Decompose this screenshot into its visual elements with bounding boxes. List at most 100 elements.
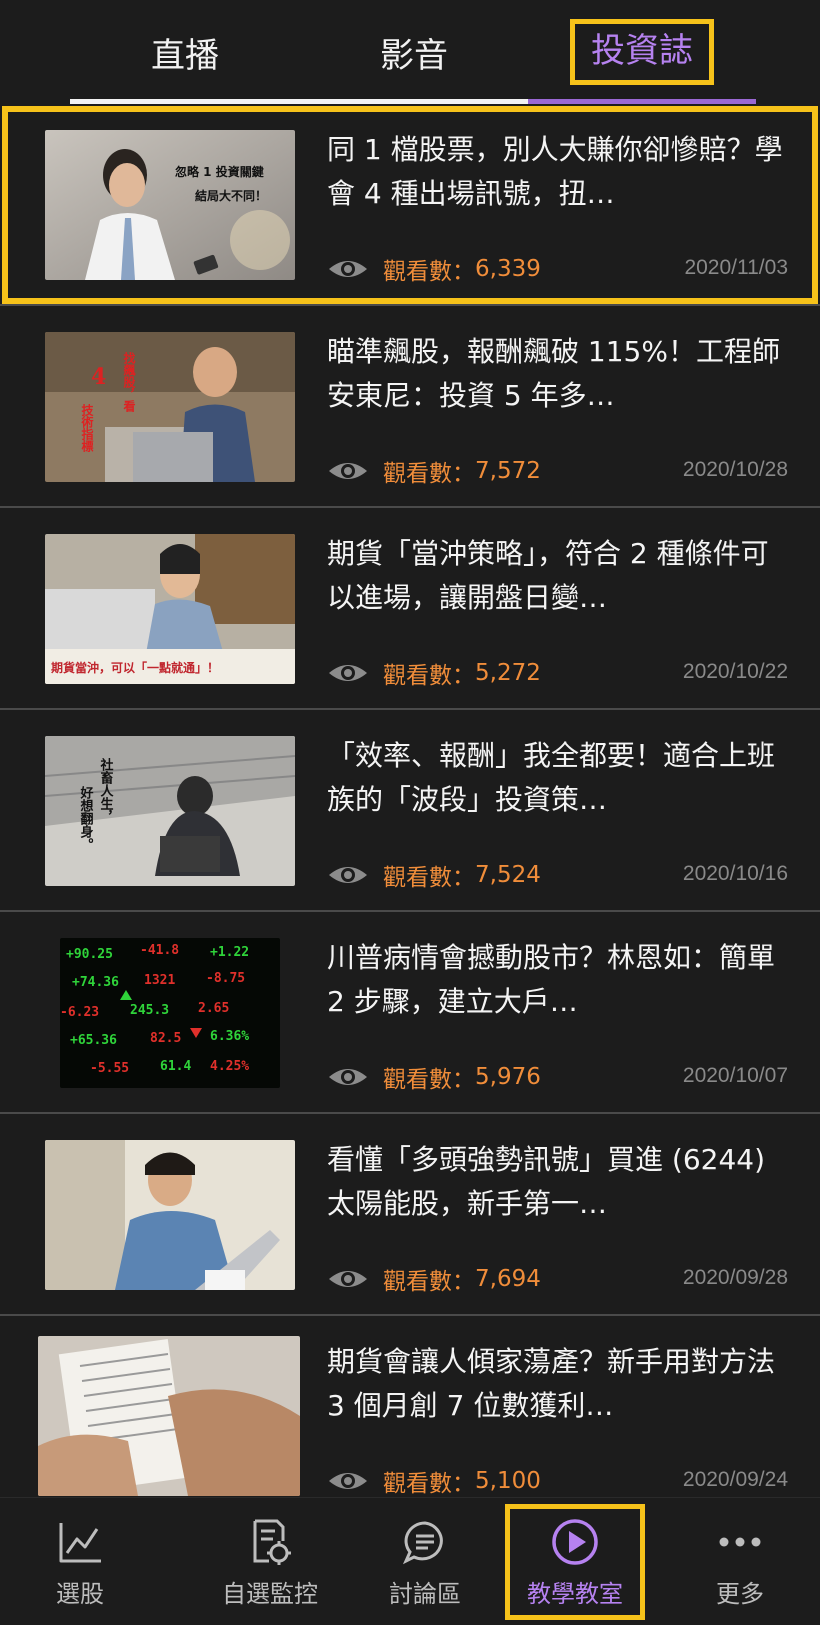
nav-watchlist-monitor[interactable]: 自選監控 — [180, 1498, 360, 1625]
chart-line-icon — [54, 1516, 106, 1568]
svg-text:1321: 1321 — [144, 973, 175, 988]
article-title: 期貨「當沖策略」，符合 2 種條件可以進場，讓開盤日變… — [327, 537, 769, 614]
eye-icon — [329, 261, 367, 277]
article-title: 看懂「多頭強勢訊號」買進 (6244) 太陽能股，新手第一… — [327, 1143, 766, 1220]
view-count: 觀看數： 6,339 — [327, 252, 541, 286]
thumb-caption: 4 — [91, 364, 106, 390]
views-label: 觀看數： — [383, 259, 475, 285]
article-item[interactable]: 看懂「多頭強勢訊號」買進 (6244) 太陽能股，新手第一… 觀看數： 7,694… — [0, 1114, 820, 1316]
svg-text:2.65: 2.65 — [198, 1001, 229, 1016]
thumb-caption: 好想翻身。 — [78, 785, 95, 851]
view-count: 觀看數： 7,694 — [327, 1262, 541, 1296]
article-item[interactable]: 期貨當沖，可以「一點就通」！ 期貨「當沖策略」，符合 2 種條件可以進場，讓開盤… — [0, 508, 820, 710]
thumb-caption: 找飆股，看 — [122, 351, 136, 413]
svg-text:61.4: 61.4 — [160, 1059, 191, 1074]
nav-label: 更多 — [716, 1579, 764, 1608]
article-date: 2020/09/24 — [682, 1468, 788, 1491]
svg-text:82.5: 82.5 — [150, 1031, 181, 1046]
bottom-navigation: 選股 自選監控 討論區 教學教室 更多 — [0, 1497, 820, 1625]
article-thumbnail: 社畜人生， 好想翻身。 — [45, 736, 295, 886]
view-count: 觀看數： 5,976 — [327, 1060, 541, 1094]
article-item[interactable]: 4 技術指標 找飆股，看 瞄準飆股，報酬飆破 115%！工程師安東尼：投資 5 … — [0, 306, 820, 508]
views-value: 7,572 — [475, 458, 541, 484]
article-title: 「效率、報酬」我全都要！適合上班族的「波段」投資策… — [327, 739, 776, 816]
article-date: 2020/10/16 — [682, 862, 788, 885]
chat-bubble-icon — [399, 1516, 451, 1568]
tab-video[interactable]: 影音 — [300, 0, 528, 104]
article-date: 2020/11/03 — [684, 256, 788, 279]
top-tab-bar: 直播 影音 投資誌 — [0, 0, 820, 104]
article-item[interactable]: 社畜人生， 好想翻身。 「效率、報酬」我全都要！適合上班族的「波段」投資策… 觀… — [0, 710, 820, 912]
eye-icon — [329, 463, 367, 479]
svg-text:+1.22: +1.22 — [210, 945, 249, 960]
svg-text:-6.23: -6.23 — [60, 1005, 99, 1020]
article-thumbnail — [45, 1140, 295, 1290]
views-label: 觀看數： — [383, 1269, 475, 1295]
document-search-icon — [244, 1516, 296, 1568]
nav-more[interactable]: 更多 — [680, 1498, 800, 1625]
eye-icon — [329, 665, 367, 681]
views-label: 觀看數： — [383, 1471, 475, 1497]
article-title: 期貨會讓人傾家蕩產？新手用對方法 3 個月創 7 位數獲利… — [327, 1345, 776, 1422]
article-title: 瞄準飆股，報酬飆破 115%！工程師安東尼：投資 5 年多… — [327, 335, 780, 412]
article-title: 同 1 檔股票，別人大賺你卻慘賠？學會 4 種出場訊號，扭… — [327, 133, 783, 210]
article-item[interactable]: 期貨會讓人傾家蕩產？新手用對方法 3 個月創 7 位數獲利… 觀看數： 5,100… — [0, 1316, 820, 1518]
article-item[interactable]: +90.25 -41.8 +1.22 +74.36 1321 -8.75 -6.23 24… — [0, 912, 820, 1114]
svg-text:6.36%: 6.36% — [210, 1029, 249, 1044]
view-count: 觀看數： 7,524 — [327, 858, 541, 892]
svg-text:+90.25: +90.25 — [66, 947, 113, 962]
article-item[interactable]: 忽略 1 投資關鍵 結局大不同！ 同 1 檔股票，別人大賺你卻慘賠？學會 4 種… — [0, 104, 820, 306]
eye-icon — [329, 1473, 367, 1489]
svg-text:245.3: 245.3 — [130, 1003, 169, 1018]
nav-label: 選股 — [56, 1579, 104, 1608]
nav-label: 教學教室 — [527, 1579, 623, 1608]
view-count: 觀看數： 7,572 — [327, 454, 541, 488]
article-thumbnail: 期貨當沖，可以「一點就通」！ — [45, 534, 295, 684]
svg-text:-41.8: -41.8 — [140, 943, 179, 958]
article-list: 忽略 1 投資關鍵 結局大不同！ 同 1 檔股票，別人大賺你卻慘賠？學會 4 種… — [0, 104, 820, 1518]
thumb-caption: 技術指標 — [80, 403, 94, 453]
article-date: 2020/10/28 — [682, 458, 788, 481]
article-thumbnail — [38, 1336, 300, 1496]
article-thumbnail: 忽略 1 投資關鍵 結局大不同！ — [45, 130, 295, 280]
views-value: 7,524 — [475, 862, 541, 888]
svg-text:-5.55: -5.55 — [90, 1061, 129, 1076]
eye-icon — [329, 867, 367, 883]
thumb-caption: 期貨當沖，可以「一點就通」！ — [51, 660, 219, 675]
nav-forum[interactable]: 討論區 — [355, 1498, 495, 1625]
nav-label: 討論區 — [389, 1579, 461, 1608]
tab-live[interactable]: 直播 — [70, 0, 300, 104]
views-label: 觀看數： — [383, 1067, 475, 1093]
eye-icon — [329, 1271, 367, 1287]
nav-label: 自選監控 — [222, 1579, 318, 1608]
tab-video-label: 影音 — [380, 35, 448, 76]
views-label: 觀看數： — [383, 461, 475, 487]
tab-live-label: 直播 — [151, 35, 219, 76]
views-value: 5,976 — [475, 1064, 541, 1090]
views-value: 6,339 — [475, 256, 541, 282]
views-value: 5,100 — [475, 1468, 541, 1494]
views-value: 5,272 — [475, 660, 541, 686]
thumb-caption: 結局大不同！ — [195, 188, 267, 203]
nav-stock-picker[interactable]: 選股 — [20, 1498, 140, 1625]
views-value: 7,694 — [475, 1266, 541, 1292]
svg-text:+74.36: +74.36 — [72, 975, 119, 990]
play-circle-icon — [549, 1516, 601, 1568]
view-count: 觀看數： 5,272 — [327, 656, 541, 690]
tab-investment-magazine[interactable]: 投資誌 — [528, 0, 756, 104]
more-dots-icon — [714, 1516, 766, 1568]
thumb-caption: 社畜人生， — [98, 757, 115, 823]
nav-education[interactable]: 教學教室 — [505, 1504, 645, 1620]
article-date: 2020/09/28 — [682, 1266, 788, 1289]
views-label: 觀看數： — [383, 865, 475, 891]
tab-investment-magazine-label: 投資誌 — [570, 19, 714, 85]
thumb-caption: 忽略 1 投資關鍵 — [175, 164, 264, 179]
article-thumbnail: +90.25 -41.8 +1.22 +74.36 1321 -8.75 -6.23 24… — [60, 938, 280, 1088]
article-title: 川普病情會撼動股市？林恩如：簡單 2 步驟，建立大戶… — [327, 941, 776, 1018]
article-thumbnail: 4 技術指標 找飆股，看 — [45, 332, 295, 482]
views-label: 觀看數： — [383, 663, 475, 689]
eye-icon — [329, 1069, 367, 1085]
svg-text:4.25%: 4.25% — [210, 1059, 249, 1074]
article-date: 2020/10/22 — [682, 660, 788, 683]
view-count: 觀看數： 5,100 — [327, 1464, 541, 1498]
